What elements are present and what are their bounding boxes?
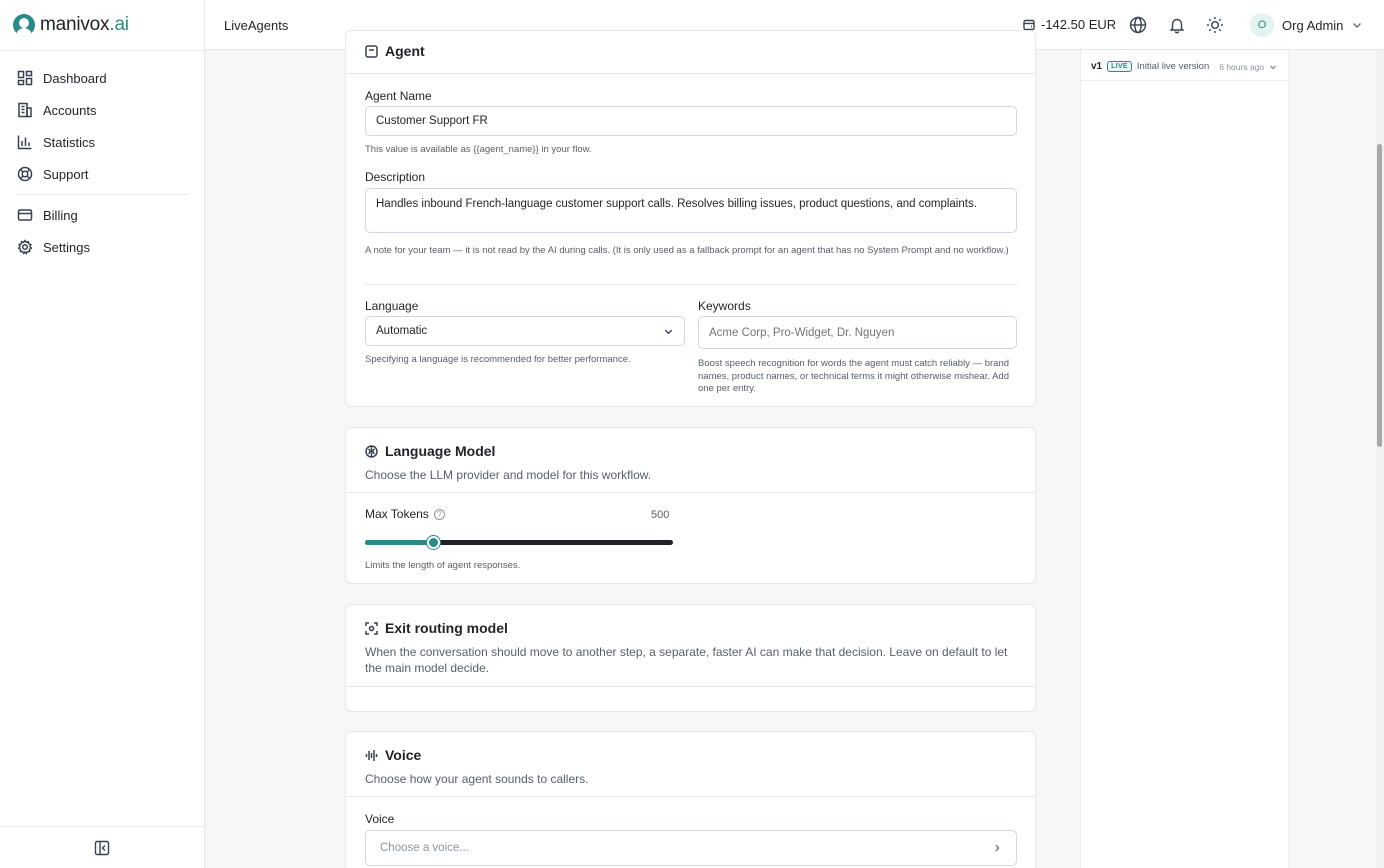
panel-collapse-icon: [94, 840, 110, 856]
agent-name-label: Agent Name: [365, 89, 432, 103]
globe-icon: [1129, 16, 1147, 34]
divider: [346, 686, 1035, 687]
voice-card: Voice Choose how your agent sounds to ca…: [345, 731, 1036, 868]
exit-routing-card: Exit routing model When the conversation…: [345, 604, 1036, 712]
divider: [365, 284, 1017, 285]
version-number: v1: [1091, 61, 1103, 72]
max-tokens-label-row: Max Tokens ?: [365, 507, 445, 521]
chevron-down-icon: [1353, 22, 1362, 29]
agent-card: Agent Agent Name Customer Support FR Thi…: [345, 30, 1036, 407]
keywords-hint: Boost speech recognition for words the a…: [698, 358, 1010, 394]
sidebar-item-label: Settings: [43, 239, 90, 255]
chevron-right-icon: [995, 844, 1000, 852]
voice-select-placeholder: Choose a voice...: [380, 842, 469, 854]
theme-toggle-button[interactable]: [1206, 16, 1224, 34]
chevron-down-icon: [664, 329, 673, 334]
building-icon: [18, 102, 32, 118]
sun-icon: [1207, 17, 1223, 33]
agent-icon: [365, 44, 378, 58]
max-tokens-value: 500: [651, 509, 670, 521]
language-model-card: Language Model Choose the LLM provider a…: [345, 427, 1036, 584]
version-selector[interactable]: v1 LIVE Initial live version 6 hours ago: [1091, 61, 1277, 72]
divider: [1081, 80, 1288, 81]
language-button[interactable]: [1129, 16, 1147, 34]
voice-label: Voice: [365, 812, 395, 826]
wallet-icon: [1023, 19, 1035, 30]
divider: [0, 50, 204, 51]
language-select-value: Automatic: [376, 325, 428, 337]
description-textarea[interactable]: Handles inbound French-language customer…: [365, 188, 1017, 233]
status-badge: LIVE: [1107, 61, 1132, 72]
logo-mark-icon: [13, 14, 35, 36]
sidebar-item-settings[interactable]: Settings: [0, 231, 204, 263]
version-label: Initial live version: [1136, 61, 1210, 72]
page-title: LiveAgents: [224, 18, 289, 33]
user-name: Org Admin: [1282, 17, 1344, 33]
chevron-down-icon: [1270, 64, 1277, 70]
sidebar-item-statistics[interactable]: Statistics: [0, 126, 204, 158]
divider: [346, 492, 1035, 493]
description-label: Description: [365, 170, 426, 184]
keywords-input[interactable]: [698, 316, 1017, 349]
scrollbar-thumb[interactable]: [1377, 144, 1382, 447]
card-subtitle: Choose how your agent sounds to callers.: [365, 772, 589, 786]
divider: [346, 796, 1035, 797]
language-hint: Specifying a language is recommended for…: [365, 354, 631, 365]
logo-text: manivox.ai: [40, 14, 129, 35]
sidebar-item-accounts[interactable]: Accounts: [0, 94, 204, 126]
max-tokens-label: Max Tokens: [365, 507, 429, 521]
slider-thumb[interactable]: [426, 536, 440, 549]
keywords-label: Keywords: [698, 299, 751, 313]
voice-select[interactable]: Choose a voice...: [365, 830, 1017, 866]
balance-display[interactable]: -142.50 EUR: [1023, 17, 1116, 32]
max-tokens-hint: Limits the length of agent responses.: [365, 560, 521, 571]
card-title: Voice: [365, 747, 588, 763]
sidebar-item-label: Statistics: [43, 134, 96, 150]
sidebar-item-label: Dashboard: [43, 70, 107, 86]
card-title: Exit routing model: [365, 620, 1016, 636]
logo[interactable]: manivox.ai: [13, 14, 129, 36]
scan-icon: [365, 621, 378, 635]
version-panel: v1 LIVE Initial live version 6 hours ago: [1080, 50, 1289, 868]
card-title: Language Model: [365, 443, 651, 459]
divider: [0, 826, 204, 827]
sidebar-item-billing[interactable]: Billing: [0, 199, 204, 231]
sidebar-item-label: Support: [43, 166, 89, 182]
language-label: Language: [365, 299, 419, 313]
bar-chart-icon: [17, 135, 32, 150]
agent-name-input[interactable]: Customer Support FR: [365, 106, 1017, 136]
help-circle-icon[interactable]: ?: [433, 508, 445, 520]
dashboard-icon: [17, 70, 33, 86]
card-subtitle: When the conversation should move to ano…: [365, 645, 1008, 675]
balance-amount: -142.50 EUR: [1041, 17, 1117, 32]
divider: [346, 73, 1035, 74]
description-hint: A note for your team — it is not read by…: [365, 245, 1009, 256]
lifebuoy-icon: [17, 166, 33, 182]
notifications-button[interactable]: [1168, 16, 1186, 34]
card-subtitle: Choose the LLM provider and model for th…: [365, 468, 652, 482]
max-tokens-slider[interactable]: [365, 536, 673, 549]
audio-wave-icon: [365, 749, 378, 761]
sidebar: manivox.ai Dashboard Accounts Statistics…: [0, 0, 205, 868]
sidebar-item-support[interactable]: Support: [0, 158, 204, 190]
brain-icon: [365, 444, 378, 458]
sidebar-item-dashboard[interactable]: Dashboard: [0, 62, 204, 94]
avatar: O: [1250, 13, 1274, 37]
user-menu[interactable]: O Org Admin: [1250, 13, 1363, 37]
card-title: Agent: [365, 43, 425, 59]
collapse-sidebar-button[interactable]: [94, 840, 110, 856]
sidebar-item-label: Accounts: [43, 102, 97, 118]
language-select[interactable]: Automatic: [365, 316, 685, 346]
version-timestamp: 6 hours ago: [1219, 61, 1265, 72]
bell-icon: [1169, 18, 1185, 34]
sidebar-item-label: Billing: [43, 207, 78, 223]
agent-name-hint: This value is available as {{agent_name}…: [365, 144, 592, 155]
slider-fill: [365, 540, 433, 545]
page-scrollbar[interactable]: [1376, 50, 1384, 868]
gear-icon: [17, 239, 33, 255]
credit-card-icon: [17, 209, 33, 221]
nav-divider: [16, 194, 188, 195]
sidebar-nav: Dashboard Accounts Statistics Support Bi…: [0, 62, 204, 263]
